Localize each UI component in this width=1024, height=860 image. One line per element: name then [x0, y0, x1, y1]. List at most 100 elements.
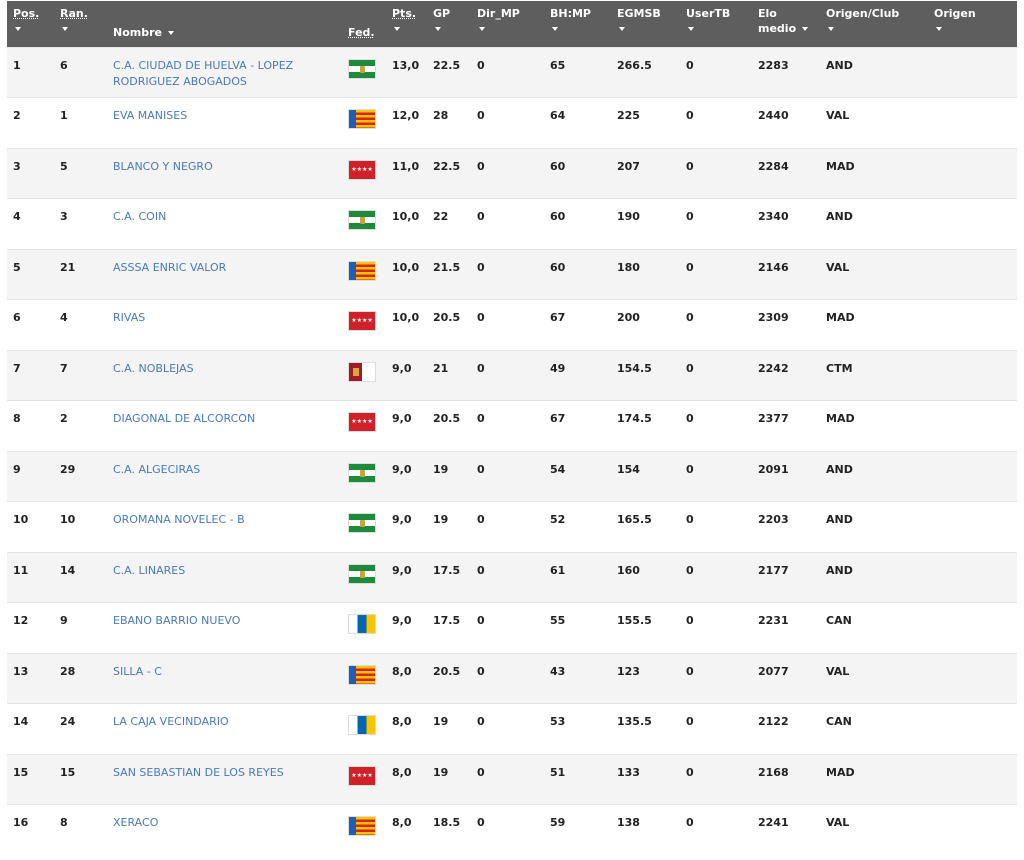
flag-and-icon: [348, 462, 376, 483]
cell-origen: [928, 349, 1017, 401]
col-header-fed[interactable]: Fed.: [342, 1, 386, 47]
flag-ctm-icon: [348, 361, 376, 382]
col-header-nombre[interactable]: Nombre: [107, 1, 342, 47]
cell-pos: 7: [7, 349, 54, 401]
cell-pts: 10,0: [386, 299, 427, 350]
cell-pts: 13,0: [386, 46, 427, 98]
standings-table: Pos. Ran. Nombre Fed. Pts. GP Dir_MP BH:…: [7, 1, 1017, 855]
cell-gp: 22.5: [427, 147, 471, 199]
table-row: 6 4 RIVAS ★★★★ 10,0 20.5 0 67 200 0 2309 MAD: [7, 299, 1017, 350]
cell-elo: 2091: [752, 450, 820, 502]
cell-pos: 2: [7, 97, 54, 148]
table-row: 10 10 OROMANA NOVELEC - B 9,0 19 0 52 165.5 0 220…: [7, 501, 1017, 552]
team-link[interactable]: XERACO: [113, 815, 336, 831]
cell-fed: ★★★★: [342, 753, 386, 805]
cell-origen: [928, 753, 1017, 805]
cell-dir-mp: 0: [471, 198, 544, 249]
cell-name: C.A. LINARES: [107, 551, 342, 603]
col-header-usertb[interactable]: UserTB: [680, 1, 752, 47]
col-header-elo-medio[interactable]: Elo medio: [752, 1, 820, 47]
col-header-pts[interactable]: Pts.: [386, 1, 427, 47]
cell-usertb: 0: [680, 804, 752, 855]
sort-caret-icon: [619, 27, 625, 31]
team-link[interactable]: DIAGONAL DE ALCORCON: [113, 411, 336, 427]
cell-origen: [928, 198, 1017, 249]
cell-bh-mp: 43: [544, 652, 611, 704]
table-row: 8 2 DIAGONAL DE ALCORCON ★★★★ 9,0 20.5 0 67 174.…: [7, 400, 1017, 451]
flag-and-icon: [348, 513, 376, 533]
cell-origen: [928, 46, 1017, 98]
team-link[interactable]: C.A. ALGECIRAS: [113, 462, 336, 478]
col-header-gp[interactable]: GP: [427, 1, 471, 47]
col-header-elo-label-2: medio: [758, 22, 797, 35]
sort-caret-icon: [552, 27, 558, 31]
cell-usertb: 0: [680, 46, 752, 98]
team-link[interactable]: ASSSA ENRIC VALOR: [113, 260, 336, 276]
cell-origen: [928, 450, 1017, 502]
cell-name: C.A. COIN: [107, 198, 342, 249]
flag-can-icon: [348, 715, 376, 735]
cell-pos: 9: [7, 450, 54, 502]
cell-dir-mp: 0: [471, 753, 544, 805]
team-link[interactable]: C.A. CIUDAD DE HUELVA - LOPEZ RODRIGUEZ …: [113, 58, 336, 90]
col-header-origen[interactable]: Origen: [928, 1, 1017, 47]
cell-gp: 20.5: [427, 400, 471, 451]
cell-origen: [928, 248, 1017, 300]
team-link[interactable]: EBANO BARRIO NUEVO: [113, 613, 336, 629]
col-header-pos[interactable]: Pos.: [7, 1, 54, 47]
cell-elo: 2283: [752, 46, 820, 98]
team-link[interactable]: SAN SEBASTIAN DE LOS REYES: [113, 765, 336, 781]
col-header-dir-mp[interactable]: Dir_MP: [471, 1, 544, 47]
sort-caret-icon: [62, 27, 68, 31]
cell-gp: 28: [427, 97, 471, 148]
col-header-origen-club[interactable]: Origen/Club: [820, 1, 928, 47]
cell-origen-club: AND: [820, 46, 928, 98]
cell-origen-club: AND: [820, 198, 928, 249]
col-header-origen-club-label: Origen/Club: [826, 7, 900, 20]
flag-mad-icon: ★★★★: [348, 412, 376, 432]
cell-usertb: 0: [680, 501, 752, 552]
cell-ran: 4: [54, 299, 107, 350]
cell-dir-mp: 0: [471, 97, 544, 148]
table-row: 11 14 C.A. LINARES 9,0 17.5 0 61 160 0 2177 AND: [7, 551, 1017, 603]
cell-elo: 2203: [752, 501, 820, 552]
cell-gp: 21.5: [427, 248, 471, 300]
cell-dir-mp: 0: [471, 804, 544, 855]
cell-dir-mp: 0: [471, 602, 544, 653]
team-link[interactable]: RIVAS: [113, 310, 336, 326]
cell-egmsb: 123: [611, 652, 680, 704]
cell-usertb: 0: [680, 753, 752, 805]
cell-dir-mp: 0: [471, 652, 544, 704]
team-link[interactable]: BLANCO Y NEGRO: [113, 159, 336, 175]
team-link[interactable]: EVA MANISES: [113, 108, 336, 124]
cell-pos: 16: [7, 804, 54, 855]
cell-ran: 15: [54, 753, 107, 805]
cell-egmsb: 154: [611, 450, 680, 502]
cell-egmsb: 160: [611, 551, 680, 603]
table-row: 9 29 C.A. ALGECIRAS 9,0 19 0 54 154 0 2091 AND: [7, 450, 1017, 502]
cell-ran: 9: [54, 602, 107, 653]
col-header-egmsb-label: EGMSB: [617, 7, 661, 20]
cell-usertb: 0: [680, 450, 752, 502]
cell-bh-mp: 51: [544, 753, 611, 805]
cell-pos: 12: [7, 602, 54, 653]
team-link[interactable]: C.A. LINARES: [113, 563, 336, 579]
team-link[interactable]: OROMANA NOVELEC - B: [113, 512, 336, 528]
cell-bh-mp: 60: [544, 198, 611, 249]
cell-egmsb: 207: [611, 147, 680, 199]
table-row: 12 9 EBANO BARRIO NUEVO 9,0 17.5 0 55 155.5 0 223…: [7, 602, 1017, 653]
cell-bh-mp: 67: [544, 400, 611, 451]
team-link[interactable]: SILLA - C: [113, 664, 336, 680]
col-header-egmsb[interactable]: EGMSB: [611, 1, 680, 47]
team-link[interactable]: LA CAJA VECINDARIO: [113, 714, 336, 730]
col-header-ran[interactable]: Ran.: [54, 1, 107, 47]
cell-gp: 17.5: [427, 602, 471, 653]
team-link[interactable]: C.A. COIN: [113, 209, 336, 225]
col-header-bh-mp[interactable]: BH:MP: [544, 1, 611, 47]
cell-dir-mp: 0: [471, 299, 544, 350]
cell-elo: 2077: [752, 652, 820, 704]
cell-elo: 2284: [752, 147, 820, 199]
cell-pts: 8,0: [386, 753, 427, 805]
team-link[interactable]: C.A. NOBLEJAS: [113, 361, 336, 377]
cell-egmsb: 138: [611, 804, 680, 855]
